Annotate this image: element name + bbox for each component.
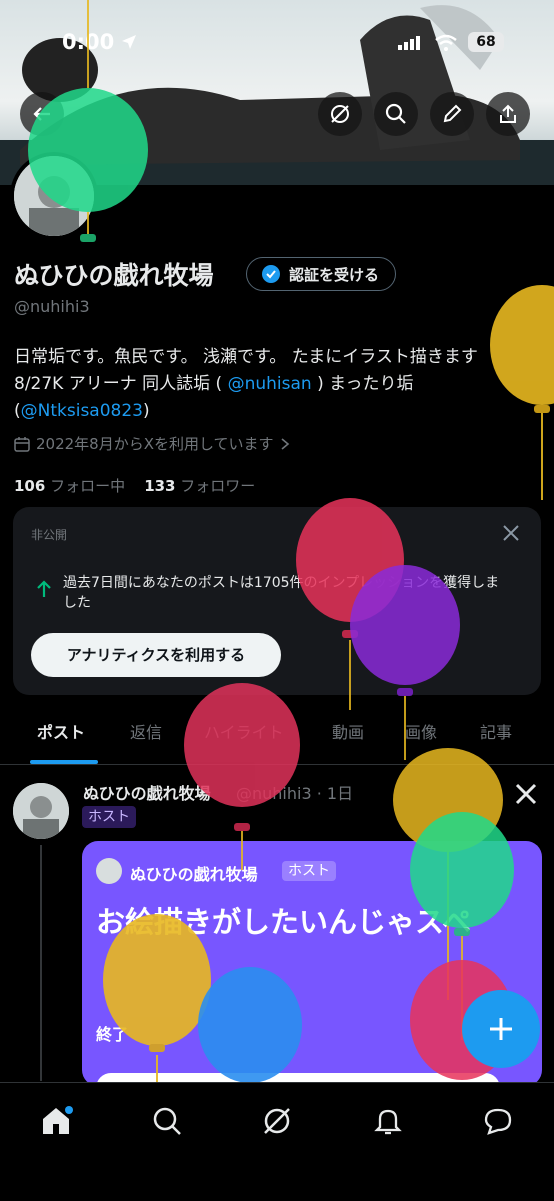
grok-button[interactable]: [318, 92, 362, 136]
bio-line: 8/27K アリーナ 同人誌垢 ( @nuhisan ) まったり垢: [14, 371, 544, 398]
analytics-button[interactable]: アナリティクスを利用する: [31, 633, 281, 677]
space-host-badge: ホスト: [282, 861, 336, 881]
bio-line: (@Ntksisa0823): [14, 398, 544, 425]
analytics-card: 非公開 過去7日間にあなたのポストは1705件のインプレッションを獲得しました …: [13, 507, 541, 695]
host-badge: ホスト: [82, 806, 136, 828]
space-status: 終了: [96, 1025, 129, 1044]
nav-notifications[interactable]: [368, 1101, 408, 1141]
joined-date[interactable]: 2022年8月からXを利用しています: [14, 433, 290, 454]
joined-text: 2022年8月からXを利用しています: [36, 435, 274, 453]
status-time: 0:00: [62, 30, 115, 54]
tab-highlights[interactable]: ハイライト: [204, 712, 284, 764]
search-button[interactable]: [374, 92, 418, 136]
get-verified-button[interactable]: 認証を受ける: [246, 257, 397, 291]
bio-text: ): [143, 401, 150, 421]
profile-name: ぬひひの戯れ牧場: [14, 261, 214, 290]
tab-articles[interactable]: 記事: [480, 712, 512, 764]
tab-videos[interactable]: 動画: [332, 712, 364, 764]
back-arrow-icon: [33, 107, 50, 121]
profile-handle: @nuhihi3: [14, 297, 90, 316]
search-icon: [153, 1107, 181, 1135]
bio-text: ) まったり垢: [311, 374, 414, 394]
post-author[interactable]: ぬひひの戯れ牧場: [83, 780, 211, 804]
wifi-icon: [435, 34, 457, 51]
signal-icon: [398, 36, 420, 50]
battery-indicator: 68: [468, 32, 504, 52]
followers-count: 133: [144, 477, 176, 495]
nav-messages[interactable]: [478, 1101, 518, 1141]
location-arrow-icon: [122, 35, 136, 49]
profile-bio: 日常垢です。魚民です。 浅瀬です。 たまにイラスト描きます 8/27K アリーナ…: [14, 344, 544, 425]
share-button[interactable]: [486, 92, 530, 136]
edit-button[interactable]: [430, 92, 474, 136]
mention-link[interactable]: @nuhisan: [228, 374, 312, 394]
bio-text: (: [14, 401, 21, 421]
profile-avatar[interactable]: [10, 152, 98, 240]
grok-icon: [264, 1108, 290, 1134]
space-host-name: ぬひひの戯れ牧場: [130, 865, 258, 884]
bio-line: 日常垢です。魚民です。 浅瀬です。 たまにイラスト描きます: [14, 347, 478, 367]
calendar-icon: [14, 436, 30, 452]
nav-home[interactable]: [36, 1101, 76, 1141]
nav-grok[interactable]: [257, 1101, 297, 1141]
followers-label: フォロワー: [180, 477, 256, 495]
mention-link[interactable]: @Ntksisa0823: [21, 401, 143, 421]
post-avatar[interactable]: [13, 783, 69, 839]
privacy-label: 非公開: [31, 528, 68, 542]
verified-badge-icon: [262, 265, 280, 283]
banner-illustration: [0, 5, 554, 185]
bottom-nav: [0, 1082, 554, 1201]
chevron-right-icon: [281, 437, 289, 450]
space-host-avatar: [96, 858, 122, 884]
compose-button[interactable]: [462, 990, 540, 1068]
tab-replies[interactable]: 返信: [130, 712, 162, 764]
edit-pencil-icon: [443, 104, 462, 123]
thread-line: [40, 845, 42, 1081]
profile-banner: [0, 0, 554, 185]
profile-tabs: ポスト 返信 ハイライト 動画 画像 記事: [0, 712, 554, 765]
grok-icon: [331, 105, 349, 123]
avatar-image: [14, 156, 94, 236]
follow-stats: 106 フォロー中 133 フォロワー: [14, 475, 255, 496]
back-button[interactable]: [20, 92, 64, 136]
post-meta: @nuhihi3 · 1日: [236, 784, 354, 803]
following-count: 106: [14, 477, 46, 495]
home-icon: [43, 1106, 73, 1134]
bio-text: 8/27K アリーナ 同人誌垢 (: [14, 374, 228, 394]
plus-icon: [490, 1018, 512, 1040]
impressions-message: 過去7日間にあなたのポストは1705件のインプレッションを獲得しました: [63, 575, 500, 611]
following-label: フォロー中: [50, 477, 126, 495]
message-icon: [484, 1108, 512, 1135]
get-verified-label: 認証を受ける: [289, 265, 380, 284]
search-icon: [385, 103, 406, 124]
tab-images[interactable]: 画像: [405, 712, 437, 764]
following-link[interactable]: 106 フォロー中: [14, 477, 125, 495]
close-icon[interactable]: [501, 523, 521, 543]
tab-posts[interactable]: ポスト: [37, 712, 85, 764]
share-icon: [500, 104, 516, 123]
trend-up-icon: [37, 580, 51, 597]
followers-link[interactable]: 133 フォロワー: [144, 477, 255, 495]
active-tab-indicator: [30, 760, 98, 764]
bell-icon: [374, 1109, 402, 1135]
x-logo-icon: [515, 783, 537, 805]
avatar-image: [13, 783, 69, 839]
space-title: お絵描きがしたいんじゃスペ: [96, 905, 471, 939]
nav-search[interactable]: [147, 1101, 187, 1141]
